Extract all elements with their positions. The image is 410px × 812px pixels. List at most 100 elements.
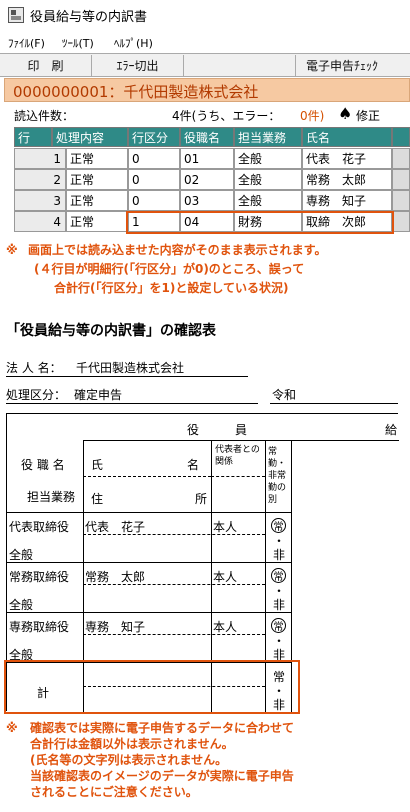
parttime-label: 非 xyxy=(273,648,286,662)
cell-duty[interactable]: 財務 xyxy=(234,211,302,232)
header-row-no[interactable]: 行 xyxy=(14,127,52,147)
cell-row-type[interactable]: 0 xyxy=(128,190,180,211)
note-mark: ※ xyxy=(6,721,18,735)
rule xyxy=(83,440,84,712)
app-icon xyxy=(8,7,24,23)
cell-duty[interactable]: 全般 xyxy=(234,148,302,169)
head-officer: 役 員 xyxy=(187,423,248,437)
total-label: 計 xyxy=(37,686,50,700)
cell-title[interactable]: 02 xyxy=(180,169,234,190)
cell-blank xyxy=(392,148,410,169)
read-count-label: 読込件数： xyxy=(14,109,75,123)
efile-check-button[interactable]: 電子申告ﾁｪｯｸ xyxy=(296,55,410,76)
note-line: 確認表では実際に電子申告するデータに合わせて xyxy=(30,721,295,735)
rule xyxy=(265,440,266,712)
col-title: 役 職 名 xyxy=(21,458,65,472)
cell-blank xyxy=(392,211,410,232)
col-fulltime: 常勤・非常勤の別 xyxy=(268,447,287,505)
rule xyxy=(7,662,291,663)
parttime-label: 非 xyxy=(273,548,286,562)
row-duty: 全般 xyxy=(9,548,34,562)
cell-process[interactable]: 正常 xyxy=(66,169,128,190)
header-row-type[interactable]: 行区分 xyxy=(128,127,180,147)
read-count-value: 4件(うち、エラー： xyxy=(172,109,281,123)
era-label: 令和 xyxy=(272,388,297,402)
col-name-left: 氏 xyxy=(91,458,104,472)
rule xyxy=(291,440,292,712)
col-address-right: 所 xyxy=(195,492,208,506)
cell-process[interactable]: 正常 xyxy=(66,190,128,211)
cell-title[interactable]: 03 xyxy=(180,190,234,211)
row-name: 常務 太郎 xyxy=(85,570,146,584)
error-count-value: 0件) xyxy=(300,109,325,123)
cell-name[interactable]: 代表 花子 xyxy=(302,148,392,169)
row-relation: 本人 xyxy=(213,570,238,584)
cell-row-type[interactable]: 0 xyxy=(128,169,180,190)
parttime-label: 非 xyxy=(273,598,286,612)
menu-help[interactable]: ﾍﾙﾌﾟ(H) xyxy=(114,35,153,51)
corp-name: 千代田製造株式会社 xyxy=(76,361,185,375)
cell-duty[interactable]: 全般 xyxy=(234,190,302,211)
header-name[interactable]: 氏名 xyxy=(302,127,392,147)
error-extract-button[interactable]: ｴﾗｰ切出 xyxy=(92,55,184,76)
row-name: 代表 花子 xyxy=(85,520,146,534)
confirmation-table: 役 員 給 役 職 名 担当業務 氏 名 住 所 代表者との関係 常勤・非常勤の… xyxy=(6,413,399,712)
total-parttime: 非 xyxy=(273,698,286,712)
header-process[interactable]: 処理内容 xyxy=(52,127,128,147)
row-title: 専務取締役 xyxy=(9,620,70,634)
cell-row-type[interactable]: 1 xyxy=(128,211,180,232)
cell-duty[interactable]: 全般 xyxy=(234,169,302,190)
rule xyxy=(211,440,212,712)
header-spacer xyxy=(392,127,410,147)
menu-bar: ﾌｧｲﾙ(F) ﾂｰﾙ(T) ﾍﾙﾌﾟ(H) xyxy=(0,32,410,52)
rule xyxy=(83,476,211,477)
header-duty[interactable]: 担当業務 xyxy=(234,127,302,147)
row-duty: 全般 xyxy=(9,598,34,612)
spade-icon: ♠ xyxy=(338,104,353,123)
row-number: 4 xyxy=(14,211,66,232)
fulltime-circle: 常 xyxy=(271,518,286,533)
rule xyxy=(7,512,291,513)
rule xyxy=(83,584,265,585)
row-title: 代表取締役 xyxy=(9,520,70,534)
corp-label: 法 人 名： xyxy=(6,361,62,375)
note-line: 合計行は金額以外は表示されません。 xyxy=(30,737,234,751)
cell-row-type[interactable]: 0 xyxy=(128,148,180,169)
cell-name[interactable]: 専務 知子 xyxy=(302,190,392,211)
cell-title[interactable]: 04 xyxy=(180,211,234,232)
print-button[interactable]: 印 刷 xyxy=(0,55,92,76)
rule xyxy=(83,534,265,535)
fix-link[interactable]: 修正 xyxy=(356,107,380,124)
menu-file[interactable]: ﾌｧｲﾙ(F) xyxy=(8,35,45,51)
rule xyxy=(7,562,291,563)
cell-blank xyxy=(392,169,410,190)
row-relation: 本人 xyxy=(213,620,238,634)
cell-process[interactable]: 正常 xyxy=(66,211,128,232)
company-bar: 0000000001：千代田製造株式会社 xyxy=(4,78,410,102)
cell-process[interactable]: 正常 xyxy=(66,148,128,169)
cell-title[interactable]: 01 xyxy=(180,148,234,169)
proc-label: 処理区分： xyxy=(6,388,67,402)
data-grid: 行 処理内容 行区分 役職名 担当業務 氏名 1 正常 0 01 全般 代表 花… xyxy=(14,127,410,235)
toolbar: 印 刷 ｴﾗｰ切出 電子申告ﾁｪｯｸ xyxy=(0,53,410,77)
menu-tools[interactable]: ﾂｰﾙ(T) xyxy=(62,35,94,51)
rule xyxy=(211,476,265,477)
corp-underline xyxy=(6,376,248,377)
fulltime-circle: 常 xyxy=(271,568,286,583)
status-bar: 読込件数： 4件(うち、エラー： 0件) ♠ 修正 xyxy=(4,104,410,124)
row-number: 1 xyxy=(14,148,66,169)
note-line: (４行目が明細行(「行区分」が0)のところ、誤って xyxy=(34,262,305,276)
window-title: 役員給与等の内訳書 xyxy=(30,10,148,25)
rule xyxy=(83,634,265,635)
proc-underline xyxy=(6,403,258,404)
fulltime-circle: 常 xyxy=(271,618,286,633)
row-title: 常務取締役 xyxy=(9,570,70,584)
col-address-left: 住 xyxy=(91,492,104,506)
note-line: 合計行(「行区分」を1)と設定している状況) xyxy=(54,281,289,295)
header-title[interactable]: 役職名 xyxy=(180,127,234,147)
cell-name[interactable]: 取締 次郎 xyxy=(302,211,392,232)
toolbar-spacer xyxy=(184,55,296,76)
head-salary: 給 xyxy=(385,423,398,437)
cell-name[interactable]: 常務 太郎 xyxy=(302,169,392,190)
row-number: 2 xyxy=(14,169,66,190)
